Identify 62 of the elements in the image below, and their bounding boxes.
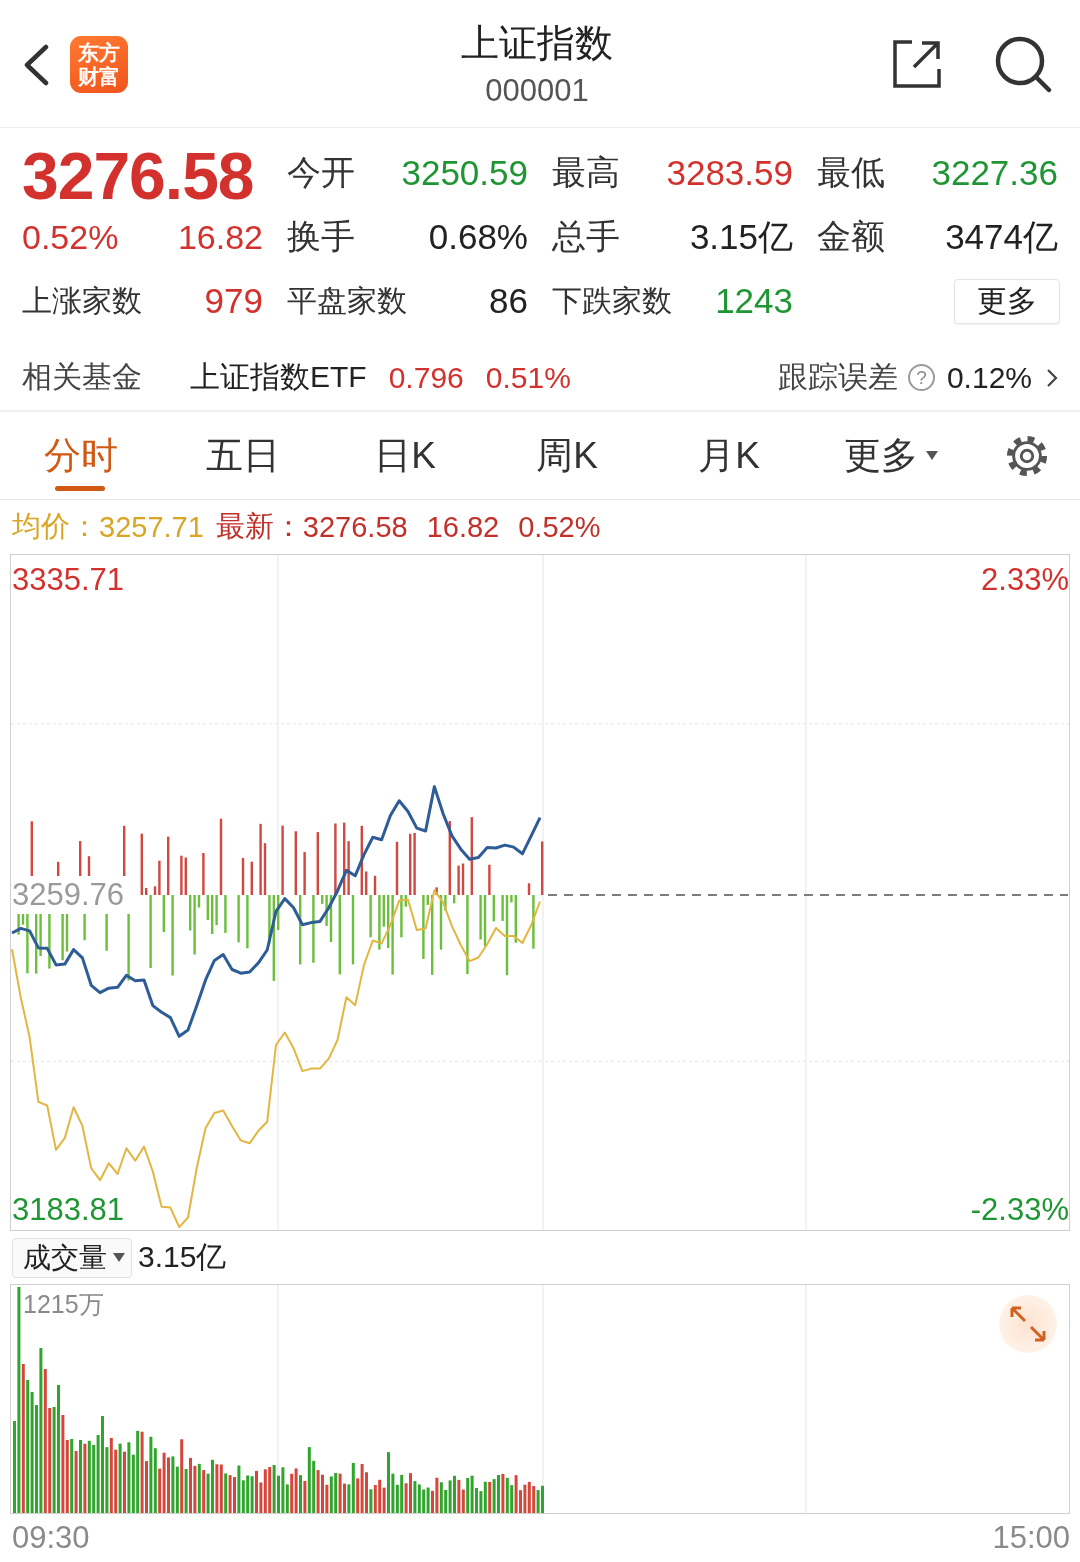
chart-tab[interactable]: 五日 bbox=[162, 412, 324, 499]
change-percent: 0.52% bbox=[22, 217, 119, 257]
indicator-dropdown[interactable]: 成交量 bbox=[12, 1237, 132, 1278]
tracking-error-label: 跟踪误差 bbox=[777, 359, 898, 395]
change-amount: 16.82 bbox=[177, 217, 263, 257]
more-button[interactable]: 更多 bbox=[954, 278, 1060, 324]
share-icon[interactable] bbox=[892, 38, 942, 89]
time-axis-label: 09:30 bbox=[12, 1519, 90, 1556]
stat-value: 86 bbox=[489, 281, 528, 321]
stock-code: 000001 bbox=[485, 72, 589, 110]
caret-icon bbox=[926, 451, 938, 460]
fund-name[interactable]: 上证指数ETF bbox=[190, 357, 367, 398]
stat-label: 上涨家数 bbox=[22, 282, 142, 319]
page-title: 上证指数 bbox=[461, 21, 613, 66]
stat-value: 3.15亿 bbox=[689, 215, 793, 258]
chart-tab[interactable]: 月K bbox=[648, 412, 810, 499]
stat-value: 979 bbox=[204, 281, 263, 321]
fund-change: 0.51% bbox=[485, 360, 571, 395]
chart-tab[interactable]: 更多 bbox=[810, 412, 972, 499]
time-axis-label: 15:00 bbox=[992, 1519, 1070, 1556]
latest-price-label: 最新： bbox=[215, 509, 303, 544]
stat-label: 平盘家数 bbox=[287, 282, 407, 319]
total-volume-value: 3.15亿 bbox=[138, 1239, 227, 1275]
stat-value: 3250.59 bbox=[401, 153, 528, 193]
help-icon[interactable]: ? bbox=[907, 364, 935, 391]
stat-label: 今开 bbox=[287, 152, 355, 193]
latest-quote-value: 0.52% bbox=[518, 510, 601, 544]
chevron-right-icon[interactable] bbox=[1046, 367, 1058, 388]
stat-label: 最低 bbox=[817, 152, 885, 193]
chart-tab[interactable]: 日K bbox=[324, 412, 486, 499]
chart-tab[interactable]: 分时 bbox=[0, 412, 162, 499]
stat-value: 1243 bbox=[715, 281, 793, 321]
y-axis-label: 3335.71 bbox=[12, 562, 125, 598]
volume-axis-label: 1215万 bbox=[23, 1289, 104, 1319]
average-price-label: 均价： bbox=[12, 509, 99, 544]
app-logo: 东方财富 bbox=[70, 36, 128, 93]
latest-quote-value: 3276.58 bbox=[302, 510, 408, 544]
expand-icon[interactable] bbox=[999, 1295, 1057, 1353]
stat-label: 最高 bbox=[552, 152, 620, 193]
stat-label: 换手 bbox=[287, 216, 355, 257]
caret-icon bbox=[113, 1253, 125, 1262]
average-price-value: 3257.71 bbox=[99, 510, 204, 544]
y-axis-label: 3259.76 bbox=[12, 877, 125, 913]
tracking-error-value: 0.12% bbox=[946, 360, 1032, 395]
stat-value: 3227.36 bbox=[931, 153, 1058, 193]
stat-value: 3474亿 bbox=[945, 215, 1058, 258]
stat-label: 金额 bbox=[817, 216, 885, 257]
y-axis-label: 3183.81 bbox=[12, 1192, 125, 1228]
stat-label: 总手 bbox=[552, 216, 620, 257]
fund-price: 0.796 bbox=[388, 360, 464, 395]
percent-axis-label: 2.33% bbox=[981, 562, 1069, 598]
stat-value: 0.68% bbox=[428, 217, 528, 257]
search-icon[interactable] bbox=[994, 34, 1052, 93]
stat-value: 3283.59 bbox=[666, 153, 793, 193]
chart-tab[interactable]: 周K bbox=[486, 412, 648, 499]
latest-quote-value: 16.82 bbox=[426, 510, 500, 544]
percent-axis-label: -2.33% bbox=[970, 1192, 1069, 1228]
stat-label: 下跌家数 bbox=[552, 282, 672, 319]
settings-icon[interactable] bbox=[1005, 433, 1049, 478]
current-price: 3276.58 bbox=[22, 144, 255, 208]
back-icon[interactable] bbox=[22, 43, 50, 86]
fund-label: 相关基金 bbox=[22, 359, 142, 395]
